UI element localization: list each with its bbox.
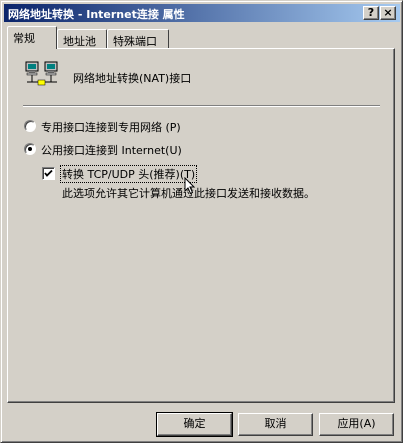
translate-headers-checkbox[interactable] <box>42 167 55 180</box>
separator <box>23 105 380 107</box>
network-computers-icon <box>25 61 59 87</box>
window-title: 网络地址转换 - Internet连接 属性 <box>8 8 185 21</box>
close-button[interactable]: × <box>380 6 396 20</box>
tab-general[interactable]: 常规 <box>7 26 57 49</box>
checkmark-icon <box>44 169 53 177</box>
translate-headers-label[interactable]: 转换 TCP/UDP 头(推荐)(T) <box>60 165 198 183</box>
nat-interface-label: 网络地址转换(NAT)接口 <box>73 72 192 85</box>
help-button[interactable]: ? <box>363 6 379 20</box>
private-interface-radio[interactable] <box>24 120 36 132</box>
tab-special-ports[interactable]: 特殊端口 <box>107 29 169 49</box>
private-interface-label[interactable]: 专用接口连接到专用网络 (P) <box>41 119 181 135</box>
radio-selected-dot <box>28 147 32 151</box>
cancel-button[interactable]: 取消 <box>238 413 313 436</box>
mouse-cursor-icon <box>184 176 196 198</box>
public-interface-label[interactable]: 公用接口连接到 Internet(U) <box>41 142 182 158</box>
title-bar[interactable]: 网络地址转换 - Internet连接 属性 ? × <box>4 4 400 22</box>
public-interface-radio[interactable] <box>24 143 36 155</box>
ok-button[interactable]: 确定 <box>156 412 233 437</box>
properties-dialog: 网络地址转换 - Internet连接 属性 ? × 常规 地址池 特殊端口 网… <box>0 0 403 443</box>
tab-panel-general <box>7 48 395 403</box>
tab-address-pool[interactable]: 地址池 <box>57 29 107 49</box>
apply-button[interactable]: 应用(A) <box>319 413 394 436</box>
